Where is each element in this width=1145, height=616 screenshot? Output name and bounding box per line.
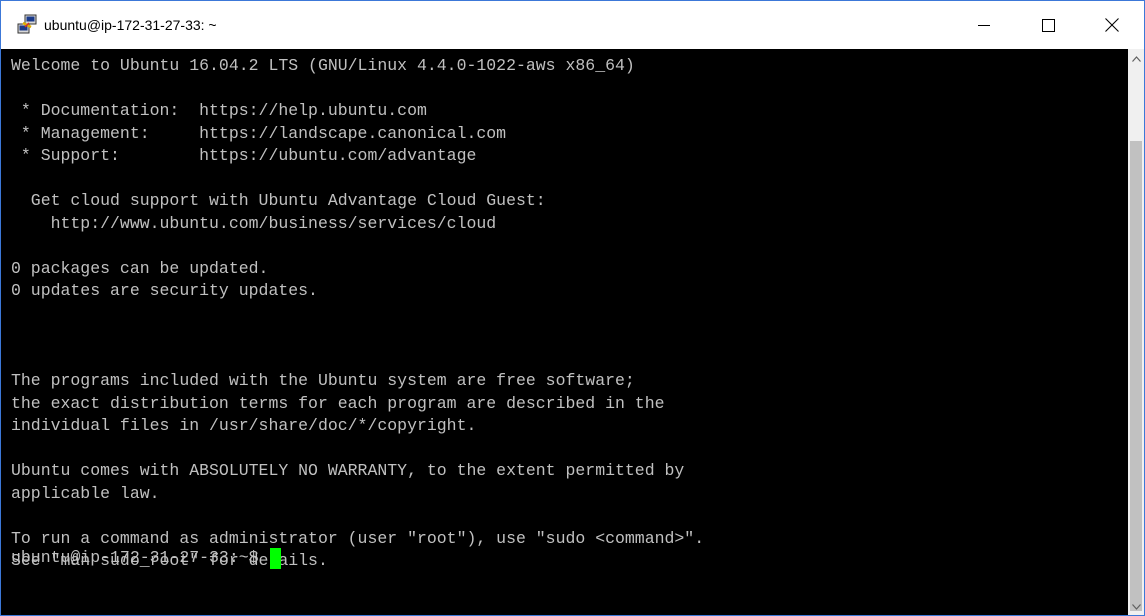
terminal-line: applicable law.	[11, 483, 160, 503]
scrollbar-thumb[interactable]	[1130, 141, 1142, 611]
chevron-down-icon	[1131, 604, 1141, 610]
terminal-line: * Management: https://landscape.canonica…	[11, 123, 507, 143]
command-prompt[interactable]: ubuntu@ip-172-31-27-33:~$	[11, 547, 282, 570]
terminal-line: The programs included with the Ubuntu sy…	[11, 371, 635, 390]
maximize-button[interactable]	[1016, 1, 1080, 49]
terminal-line: http://www.ubuntu.com/business/services/…	[11, 213, 497, 233]
terminal-line: Welcome to Ubuntu 16.04.2 LTS (GNU/Linux…	[11, 56, 635, 75]
terminal-line: * Support: https://ubuntu.com/advantage	[11, 146, 477, 165]
terminal-line: 0 packages can be updated.	[11, 258, 269, 278]
terminal-line: the exact distribution terms for each pr…	[11, 393, 665, 413]
minimize-icon	[978, 25, 990, 26]
window-title: ubuntu@ip-172-31-27-33: ~	[44, 17, 217, 33]
maximize-icon	[1041, 18, 1055, 32]
minimize-button[interactable]	[952, 1, 1016, 49]
close-button[interactable]	[1080, 1, 1144, 49]
terminal-line: individual files in /usr/share/doc/*/cop…	[11, 416, 477, 435]
terminal-line: * Documentation: https://help.ubuntu.com	[11, 101, 427, 120]
window-controls	[952, 1, 1144, 49]
close-icon	[1105, 18, 1119, 32]
prompt-text: ubuntu@ip-172-31-27-33:~$	[11, 548, 259, 567]
terminal-line: Ubuntu comes with ABSOLUTELY NO WARRANTY…	[11, 461, 685, 480]
scroll-up-button[interactable]	[1128, 51, 1144, 67]
terminal-line: Get cloud support with Ubuntu Advantage …	[11, 191, 546, 210]
putty-icon[interactable]	[16, 14, 38, 36]
terminal-line: To run a command as administrator (user …	[11, 528, 705, 548]
chevron-up-icon	[1131, 56, 1141, 62]
vertical-scrollbar[interactable]	[1128, 49, 1144, 615]
terminal-output[interactable]: Welcome to Ubuntu 16.04.2 LTS (GNU/Linux…	[1, 49, 1128, 615]
terminal-text: Welcome to Ubuntu 16.04.2 LTS (GNU/Linux…	[1, 49, 1128, 595]
terminal-line: 0 updates are security updates.	[11, 281, 318, 300]
terminal-window: ubuntu@ip-172-31-27-33: ~ Welcome to Ubu…	[0, 0, 1145, 616]
title-bar[interactable]: ubuntu@ip-172-31-27-33: ~	[1, 1, 1144, 49]
text-cursor	[270, 547, 282, 569]
scroll-down-button[interactable]	[1128, 599, 1144, 615]
